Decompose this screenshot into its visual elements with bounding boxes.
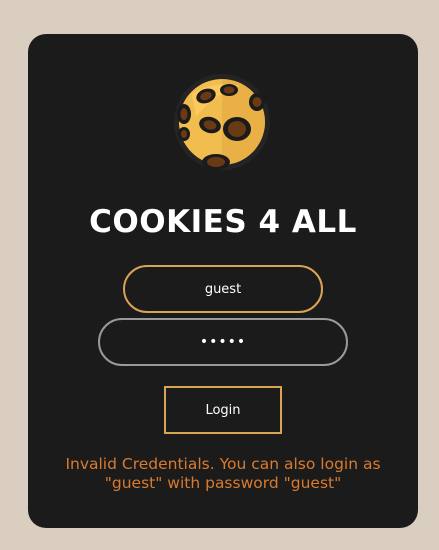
password-field[interactable] [98,318,348,366]
error-message: Invalid Credentials. You can also login … [65,455,381,492]
username-field[interactable] [123,265,323,313]
login-button[interactable]: Login [164,386,282,434]
page-title: COOKIES 4 ALL [89,204,357,240]
login-card: COOKIES 4 ALL Login Invalid Credentials.… [28,34,418,528]
cookie-icon [172,72,272,172]
